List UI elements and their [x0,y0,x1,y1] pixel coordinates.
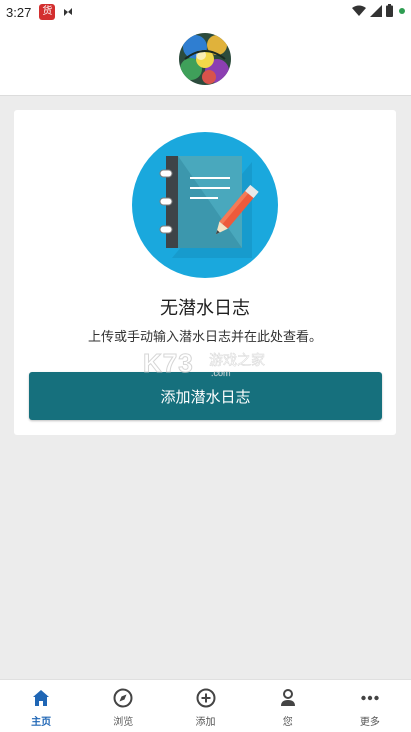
person-icon [280,689,295,706]
bottom-navigation: 主页 浏览 添加 您 更多 [0,679,411,732]
plus-circle-icon [196,688,215,708]
nav-item-you[interactable]: 您 [247,680,329,732]
add-dive-log-button[interactable]: 添加潜水日志 [29,372,382,420]
battery-icon [386,4,393,17]
empty-state-card: 无潜水日志 上传或手动输入潜水日志并在此处查看。 添加潜水日志 [14,110,396,435]
nav-label-add: 添加 [195,717,216,728]
privacy-indicator-dot [399,7,405,14]
app-header [0,24,411,96]
empty-state-subtitle: 上传或手动输入潜水日志并在此处查看。 [87,330,322,345]
nav-item-more[interactable]: 更多 [329,680,411,732]
nav-label-home: 主页 [31,717,52,728]
notification-app-icon: 货 [39,4,56,20]
compass-icon [113,688,133,708]
avatar-image [179,33,231,85]
add-dive-log-button-label: 添加潜水日志 [160,387,251,406]
nav-label-you: 您 [282,717,293,728]
avatar[interactable] [179,33,231,85]
status-bar: 3:27 货 [0,0,411,24]
nav-label-browse: 浏览 [113,717,134,728]
status-indicators [352,4,405,17]
nav-item-browse[interactable]: 浏览 [82,680,164,732]
status-time: 3:27 [6,4,32,20]
empty-state-title: 无潜水日志 [160,298,250,319]
nav-label-more: 更多 [359,717,380,728]
wifi-icon [352,5,366,16]
nav-item-home[interactable]: 主页 [0,680,82,732]
sync-icon [64,8,73,16]
nav-item-add[interactable]: 添加 [164,680,246,732]
notebook-illustration [132,132,278,278]
home-icon [33,690,50,706]
more-icon [361,695,379,701]
signal-icon [370,4,382,17]
